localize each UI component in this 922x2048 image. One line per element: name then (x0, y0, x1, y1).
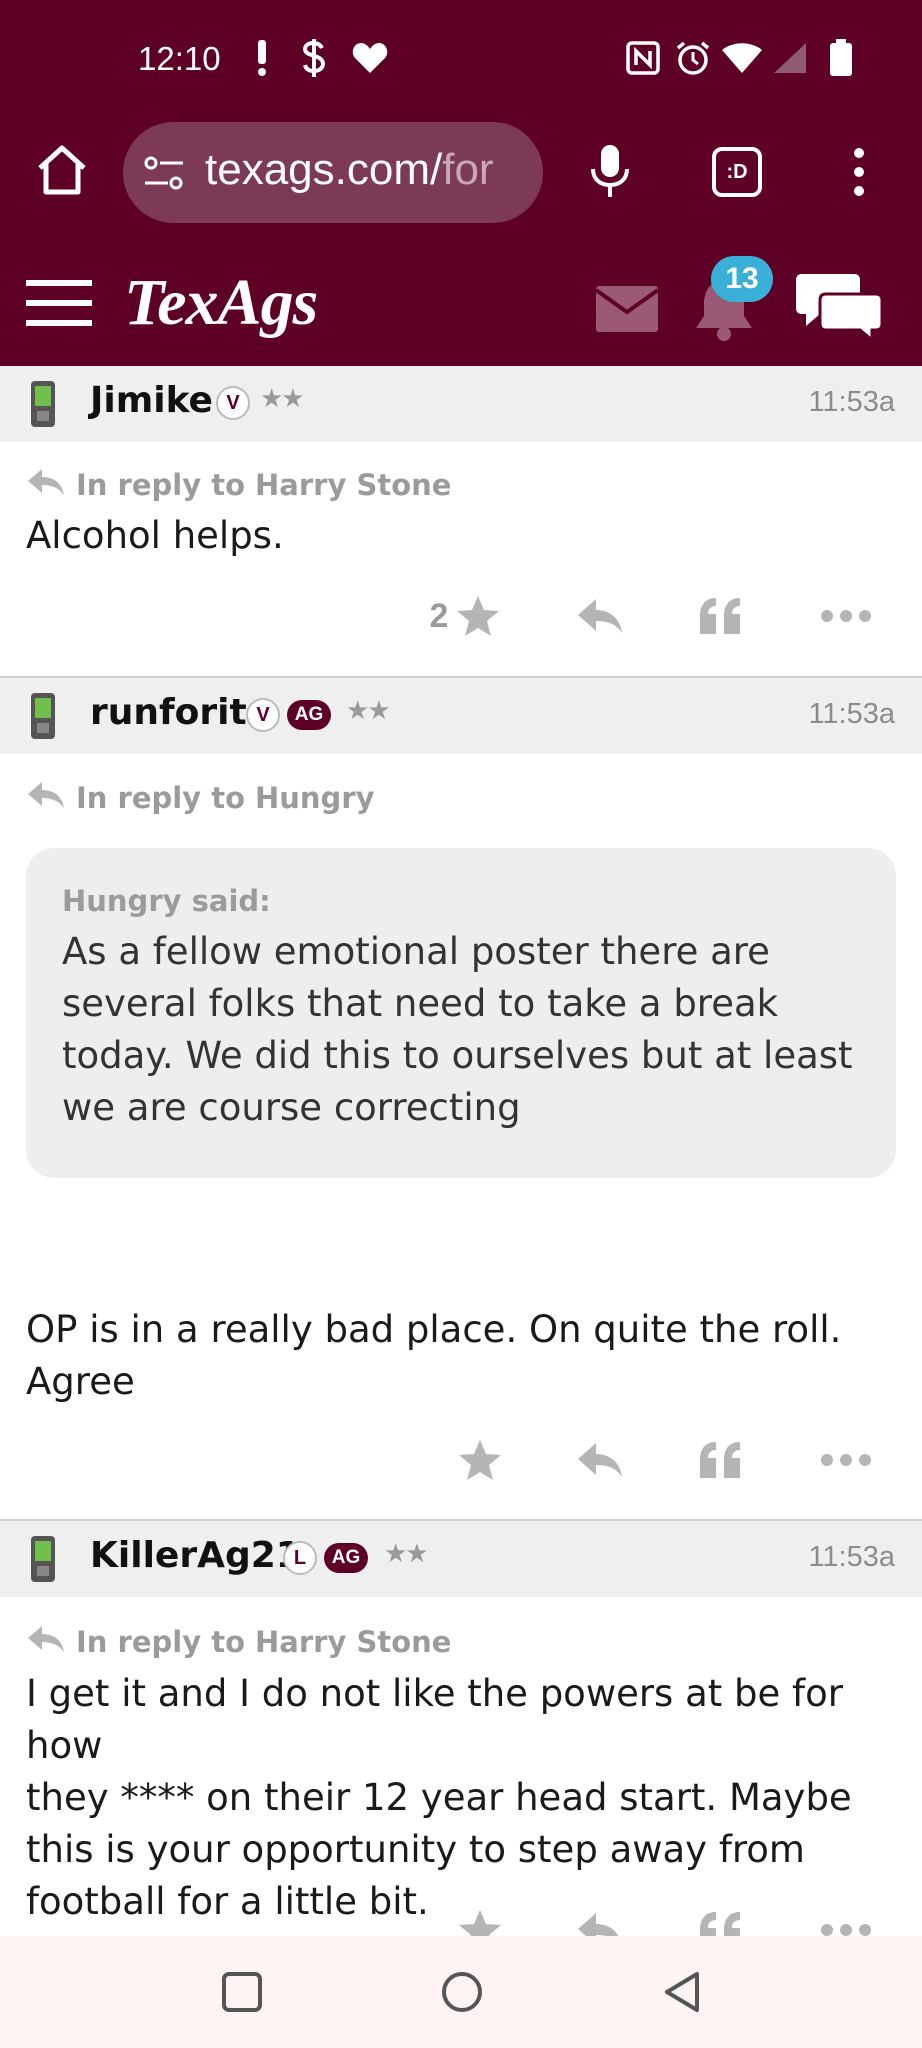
notification-count-badge[interactable]: 13 (711, 256, 773, 302)
post-body: OP is in a really bad place. On quite th… (26, 1304, 896, 1408)
reply-icon[interactable] (570, 1430, 630, 1490)
post-actions: 2 (0, 586, 922, 646)
reply-icon[interactable] (570, 1900, 630, 1936)
post-body-line: they **** on their 12 year head start. M… (26, 1776, 852, 1819)
verified-badge: V (216, 386, 250, 420)
reply-icon[interactable] (570, 586, 630, 646)
quote-icon[interactable] (690, 1430, 750, 1490)
signal-icon (770, 38, 810, 78)
reply-arrow-icon (26, 780, 66, 817)
post-body: I get it and I do not like the powers at… (26, 1668, 896, 1928)
url-text-main: texags.com/ (205, 145, 443, 194)
status-time: 12:10 (138, 40, 221, 77)
post-body-line: Agree (26, 1360, 135, 1403)
nfc-icon (625, 38, 661, 78)
mail-icon[interactable] (594, 286, 660, 336)
rank-stars: ★★ (384, 1539, 429, 1569)
post-time: 11:53a (808, 698, 895, 730)
mobile-phone-icon (30, 380, 56, 432)
quote-line: we are course correcting (62, 1086, 521, 1129)
site-settings-icon[interactable] (143, 153, 185, 197)
wifi-icon (720, 38, 764, 78)
reply-arrow-icon (26, 1624, 66, 1661)
post-username[interactable]: KillerAg21 (90, 1535, 301, 1576)
post-body: Alcohol helps. (26, 510, 896, 562)
more-icon[interactable] (816, 586, 876, 646)
post-header: runforit V AG ★★ 11:53a (0, 678, 922, 754)
status-bar: 12:10 (0, 0, 922, 122)
star-count: 2 (429, 596, 449, 635)
dollar-icon (298, 38, 330, 78)
recents-square-icon[interactable] (212, 1962, 272, 2022)
tab-switcher-label: :D (726, 160, 748, 183)
ag-badge: AG (324, 1543, 368, 1573)
mobile-phone-icon (30, 1535, 56, 1587)
reply-to-prefix: In reply to (76, 781, 245, 815)
mobile-phone-icon (30, 692, 56, 744)
heart-icon (350, 38, 390, 78)
quote-line: As a fellow emotional poster there are (62, 930, 770, 973)
more-icon[interactable] (816, 1430, 876, 1490)
in-reply-to[interactable]: In reply to Harry Stone (26, 465, 451, 505)
back-triangle-icon[interactable] (652, 1962, 712, 2022)
reply-to-prefix: In reply to (76, 468, 245, 502)
star-button[interactable] (450, 1900, 510, 1936)
rank-stars: ★★ (260, 384, 305, 414)
post-time: 11:53a (808, 386, 895, 418)
battery-icon (826, 38, 856, 78)
lifetime-badge: L (283, 1541, 317, 1575)
in-reply-to[interactable]: In reply to Hungry (26, 778, 375, 818)
system-nav-bar (0, 1936, 922, 2048)
chat-icon[interactable] (796, 270, 884, 346)
verified-badge: V (246, 698, 280, 732)
quote-icon[interactable] (690, 586, 750, 646)
post-body-line: I get it and I do not like the powers at… (26, 1672, 843, 1767)
post-actions (0, 1900, 922, 1936)
site-logo[interactable]: TexAgs (124, 265, 318, 341)
post-time: 11:53a (808, 1541, 895, 1573)
post-username[interactable]: Jimike (90, 380, 213, 421)
home-icon[interactable] (34, 142, 90, 202)
url-text-faded: for (442, 145, 494, 194)
reply-to-user[interactable]: Hungry (255, 781, 375, 815)
more-options-icon[interactable] (851, 147, 867, 201)
quote-author: Hungry said: (62, 884, 271, 918)
ag-badge: AG (287, 700, 331, 730)
home-circle-icon[interactable] (432, 1962, 492, 2022)
post-body-line: OP is in a really bad place. On quite th… (26, 1308, 842, 1351)
quote-line: today. We did this to ourselves but at l… (62, 1034, 853, 1077)
more-icon[interactable] (816, 1900, 876, 1936)
reply-to-user[interactable]: Harry Stone (255, 468, 451, 502)
tab-switcher-button[interactable]: :D (712, 147, 762, 197)
post-username[interactable]: runforit (90, 692, 247, 733)
alarm-icon (674, 38, 712, 78)
menu-icon[interactable] (26, 278, 92, 332)
alert-icon (250, 38, 274, 78)
quoted-post: Hungry said: As a fellow emotional poste… (26, 848, 896, 1178)
post-header: KillerAg21 L AG ★★ 11:53a (0, 1521, 922, 1597)
mic-icon[interactable] (588, 143, 632, 203)
quote-icon[interactable] (690, 1900, 750, 1936)
url-text[interactable]: texags.com/for (205, 145, 525, 201)
reply-to-prefix: In reply to (76, 1625, 245, 1659)
reply-to-user[interactable]: Harry Stone (255, 1625, 451, 1659)
rank-stars: ★★ (346, 696, 391, 726)
in-reply-to[interactable]: In reply to Harry Stone (26, 1622, 451, 1662)
post-header: Jimike V ★★ 11:53a (0, 366, 922, 442)
post-body-line: this is your opportunity to step away fr… (26, 1828, 805, 1871)
post-actions (0, 1430, 922, 1490)
post-body-line: Alcohol helps. (26, 514, 284, 557)
star-button[interactable] (450, 1430, 510, 1490)
star-button[interactable]: 2 (420, 586, 510, 646)
quote-line: several folks that need to take a break (62, 982, 779, 1025)
reply-arrow-icon (26, 467, 66, 504)
quote-text: As a fellow emotional poster there are s… (62, 926, 860, 1134)
